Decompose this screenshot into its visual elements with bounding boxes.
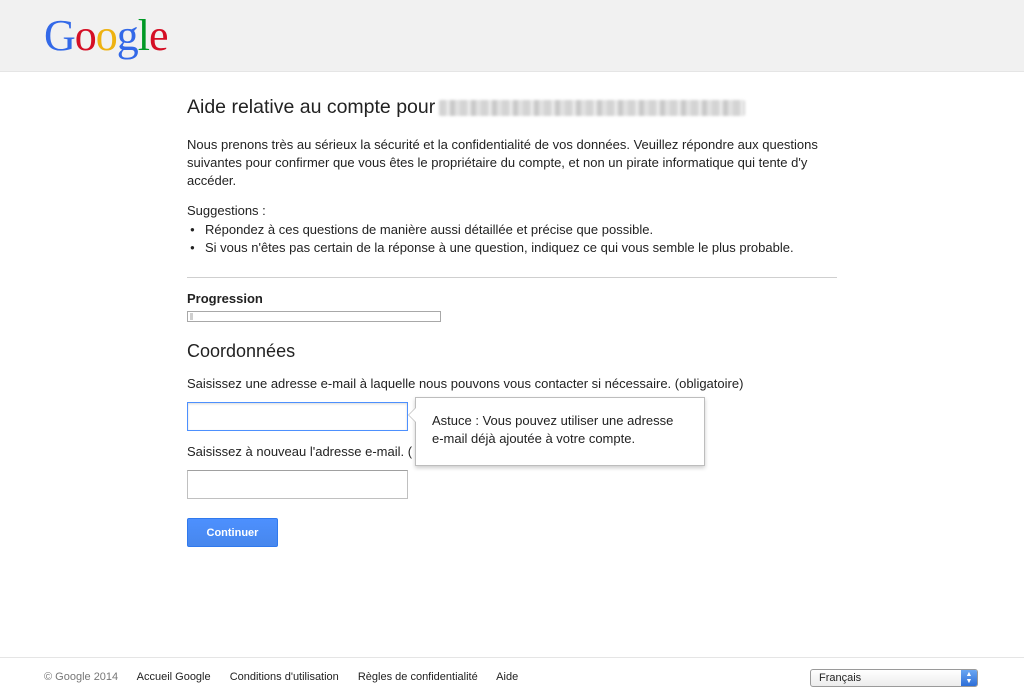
footer: © Google 2014 Accueil Google Conditions … [0,657,1024,693]
page-title-text: Aide relative au compte pour [187,96,436,118]
footer-link-help[interactable]: Aide [496,671,518,683]
divider [187,277,837,278]
progress-fill [190,313,193,320]
section-title: Coordonnées [187,341,296,361]
copyright: © Google 2014 [44,671,119,683]
email-confirm-field[interactable] [187,470,408,499]
language-select-value: Français [819,672,862,684]
email-confirm-label: Saisissez à nouveau l'adresse e-mail. ( [187,444,413,459]
suggestions-title: Suggestions : [187,203,266,218]
footer-link-privacy[interactable]: Règles de confidentialité [358,671,478,683]
logo-letter: o [74,11,97,60]
progress-bar [187,311,441,322]
footer-link-terms[interactable]: Conditions d'utilisation [230,671,339,683]
tip-tooltip: Astuce : Vous pouvez utiliser une adress… [408,397,705,466]
logo-letter: e [149,11,169,60]
logo-letter: l [137,11,150,60]
suggestions-list: Répondez à ces questions de manière auss… [187,221,837,257]
footer-link-home[interactable]: Accueil Google [137,671,211,683]
list-item: Si vous n'êtes pas certain de la réponse… [187,239,837,257]
blurred-email-address [439,99,746,116]
continue-button[interactable]: Continuer [187,518,278,547]
select-arrows-icon: ▲ ▼ [961,670,977,686]
email-field[interactable] [187,402,408,431]
language-select[interactable]: Français ▲ ▼ [810,669,978,687]
logo-letter: G [44,11,76,60]
progress-label: Progression [187,291,263,306]
page-title: Aide relative au compte pour [187,94,837,120]
footer-links: © Google 2014 Accueil Google Conditions … [44,670,534,684]
logo-letter: g [116,11,139,60]
page: Google Aide relative au compte pour Nous… [0,0,1024,693]
main-content: Aide relative au compte pour Nous prenon… [187,94,837,547]
logo-letter: o [95,11,118,60]
header: Google [0,0,1024,72]
list-item: Répondez à ces questions de manière auss… [187,221,837,239]
email-label: Saisissez une adresse e-mail à laquelle … [187,376,744,391]
intro-text: Nous prenons très au sérieux la sécurité… [187,137,818,188]
google-logo[interactable]: Google [44,10,169,62]
